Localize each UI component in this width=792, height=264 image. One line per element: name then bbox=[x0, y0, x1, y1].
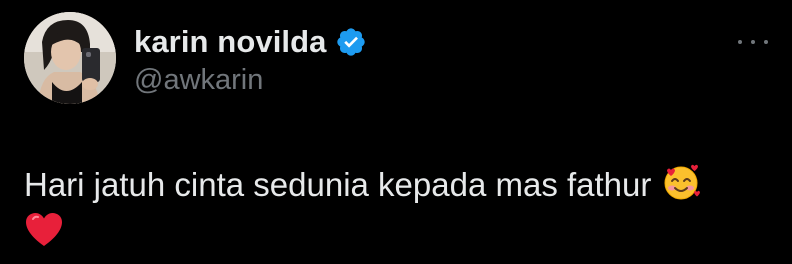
verified-badge-icon[interactable] bbox=[335, 26, 367, 58]
avatar-photo bbox=[24, 12, 116, 104]
more-dot bbox=[751, 40, 755, 44]
author-display-name[interactable]: karin novilda bbox=[134, 24, 327, 60]
more-dot bbox=[738, 40, 742, 44]
more-options-icon[interactable] bbox=[738, 38, 768, 46]
tweet-text-content: Hari jatuh cinta sedunia kepada mas fath… bbox=[24, 166, 652, 203]
tweet-text: Hari jatuh cinta sedunia kepada mas fath… bbox=[24, 162, 764, 213]
author-name-row: karin novilda bbox=[134, 22, 367, 62]
smiling-face-with-hearts-icon bbox=[661, 162, 701, 213]
tweet-card: karin novilda @awkarin Hari jatuh cinta … bbox=[0, 0, 792, 264]
more-dot bbox=[764, 40, 768, 44]
avatar[interactable] bbox=[24, 12, 116, 104]
author-handle[interactable]: @awkarin bbox=[134, 64, 263, 97]
red-heart-icon bbox=[24, 210, 64, 250]
